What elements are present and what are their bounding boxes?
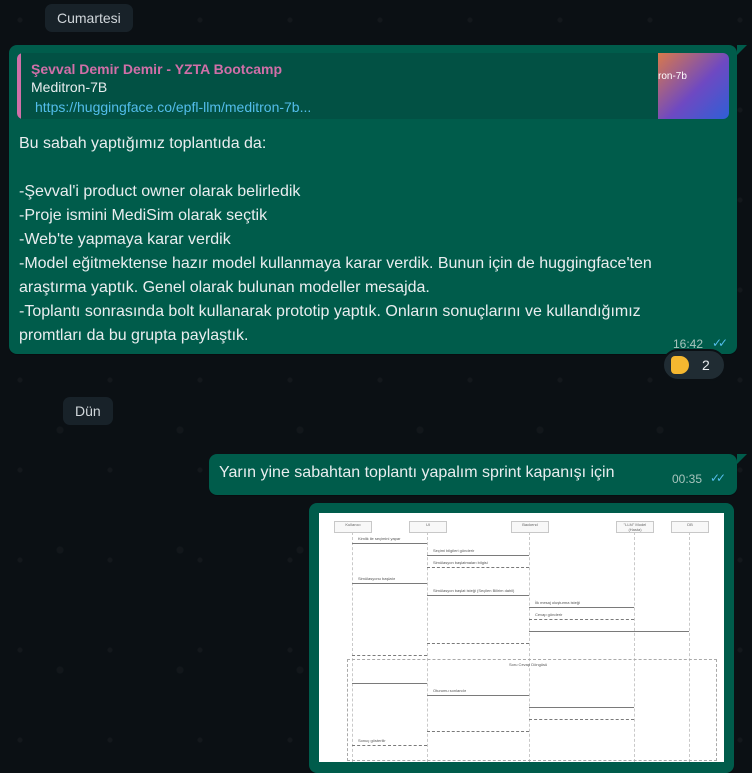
message-line: Bu sabah yaptığımız toplantıda da: [19,135,267,152]
diagram-arrow-label: Simülasyon başlatmaları bilgisi [433,560,488,565]
sequence-diagram-image[interactable]: Kullanıcı UI Backend "LLM" Model (Hasta) DB K… [319,513,724,762]
read-ticks-icon: ✓✓ [712,336,728,350]
diagram-arrow [427,643,529,644]
message-bubble[interactable]: Şevval Demir Demir - YZTA Bootcamp Medit… [9,45,737,354]
message-time: 00:35 [672,472,703,486]
diagram-arrow [529,631,689,632]
diagram-arrow [352,543,427,544]
diagram-arrow [427,595,529,596]
diagram-participant: "LLM" Model (Hasta) [616,521,654,533]
read-ticks-icon: ✓✓ [710,471,726,485]
diagram-arrow-label: Cevap gönderir [535,612,563,617]
date-separator: Cumartesi [45,4,133,32]
diagram-arrow-label: Simülasyonu başlatır [358,576,396,581]
diagram-arrow [529,619,634,620]
bubble-tail [737,45,747,55]
quote-title: Meditron-7B [31,79,108,95]
message-line: promtları da bu grupta paylaştık. [19,327,249,344]
diagram-arrow-label: Seçimi bilgileri gönderir [433,548,475,553]
diagram-participant: DB [671,521,709,533]
date-separator: Dün [63,397,113,425]
diagram-loop-label: Soru Cevap Döngüsü [509,662,548,667]
quote-author: Şevval Demir Demir - YZTA Bootcamp [31,61,283,77]
reaction-count: 2 [702,357,710,373]
message-text: Yarın yine sabahtan toplantı yapalım spr… [219,464,615,481]
diagram-participant: UI [409,521,447,533]
thumbs-up-icon [671,356,689,374]
bubble-tail [737,454,747,464]
message-line: -Web'te yapmaya karar verdik [19,231,231,248]
reaction-pill[interactable]: 2 [662,349,726,381]
diagram-loop-box [347,659,717,761]
link-thumbnail[interactable]: ron-7b [658,53,729,119]
quote-link[interactable]: https://huggingface.co/epfl-llm/meditron… [35,99,311,115]
link-preview[interactable]: Şevval Demir Demir - YZTA Bootcamp Medit… [17,53,729,119]
message-line: -Toplantı sonrasında bolt kullanarak pro… [19,303,641,320]
diagram-arrow [352,655,427,656]
quote-accent-bar [17,53,21,119]
diagram-arrow [529,607,634,608]
diagram-arrow [427,555,529,556]
diagram-arrow-label: Simülasyon başlat isteği (Seçilen Biliri… [433,588,515,593]
message-bubble[interactable]: Yarın yine sabahtan toplantı yapalım spr… [209,454,737,495]
message-line: -Proje ismini MediSim olarak seçtik [19,207,268,224]
diagram-arrow-label: Kimlik ile seçimini yapar [358,536,401,541]
message-line: -Şevval'i product owner olarak belirledi… [19,183,301,200]
diagram-arrow [352,583,427,584]
diagram-arrow [427,567,529,568]
diagram-participant: Kullanıcı [334,521,372,533]
thumbnail-text: ron-7b [658,71,687,82]
message-line: -Model eğitmektense hazır model kullanma… [19,255,652,272]
diagram-participant: Backend [511,521,549,533]
diagram-arrow-label: İlk mesaj oluşturma isteği [535,600,580,605]
message-line: araştırma yaptık. Genel olarak bulunan m… [19,279,430,296]
